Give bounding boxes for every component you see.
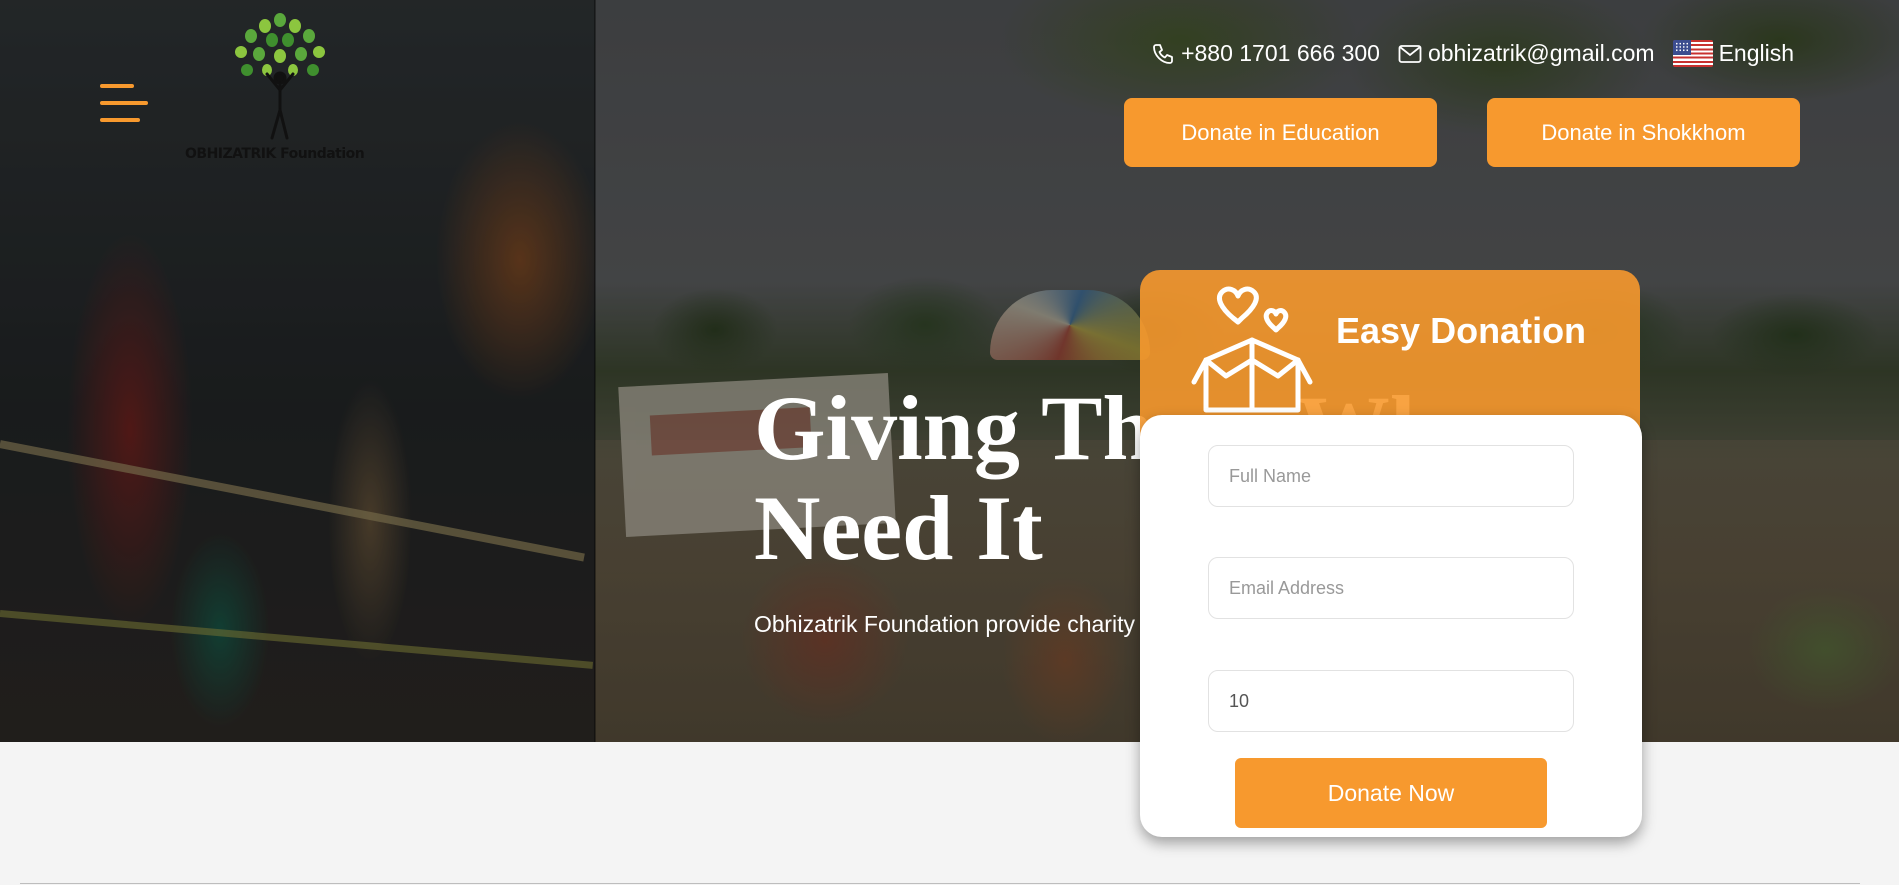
donation-card-title: Easy Donation bbox=[1336, 310, 1587, 351]
page: OBHIZATRIK Foundation +880 1701 666 300 … bbox=[0, 0, 1899, 885]
phone-number: +880 1701 666 300 bbox=[1181, 40, 1380, 66]
hamburger-line bbox=[100, 101, 148, 105]
donation-form: Donate Now bbox=[1140, 415, 1642, 837]
photo-divider bbox=[594, 0, 596, 742]
hamburger-line bbox=[100, 84, 134, 88]
email-contact[interactable]: obhizatrik@gmail.com bbox=[1398, 40, 1655, 67]
phone-contact[interactable]: +880 1701 666 300 bbox=[1151, 40, 1380, 67]
hamburger-line bbox=[100, 118, 140, 122]
donate-shokkhom-button[interactable]: Donate in Shokkhom bbox=[1487, 98, 1800, 167]
phone-icon bbox=[1153, 43, 1173, 64]
email-field[interactable] bbox=[1208, 557, 1574, 619]
section-divider bbox=[20, 883, 1860, 884]
site-logo[interactable]: OBHIZATRIK Foundation bbox=[185, 12, 365, 172]
gift-box-hearts-icon bbox=[1191, 286, 1313, 413]
us-flag-icon bbox=[1672, 40, 1713, 67]
hamburger-icon[interactable] bbox=[100, 84, 150, 122]
donate-now-button[interactable]: Donate Now bbox=[1235, 758, 1547, 828]
contact-bar: +880 1701 666 300 obhizatrik@gmail.com E… bbox=[1151, 40, 1794, 67]
donation-card: Easy Donation Donate Now bbox=[1140, 270, 1642, 837]
donate-education-button[interactable]: Donate in Education bbox=[1124, 98, 1437, 167]
language-selector[interactable]: English bbox=[1672, 40, 1794, 67]
envelope-icon bbox=[1398, 44, 1422, 63]
email-address: obhizatrik@gmail.com bbox=[1427, 40, 1655, 66]
tree-logo-icon bbox=[235, 13, 325, 140]
amount-field[interactable] bbox=[1208, 670, 1574, 732]
language-label: English bbox=[1718, 40, 1794, 66]
logo-text: OBHIZATRIK Foundation bbox=[185, 146, 365, 162]
full-name-field[interactable] bbox=[1208, 445, 1574, 507]
